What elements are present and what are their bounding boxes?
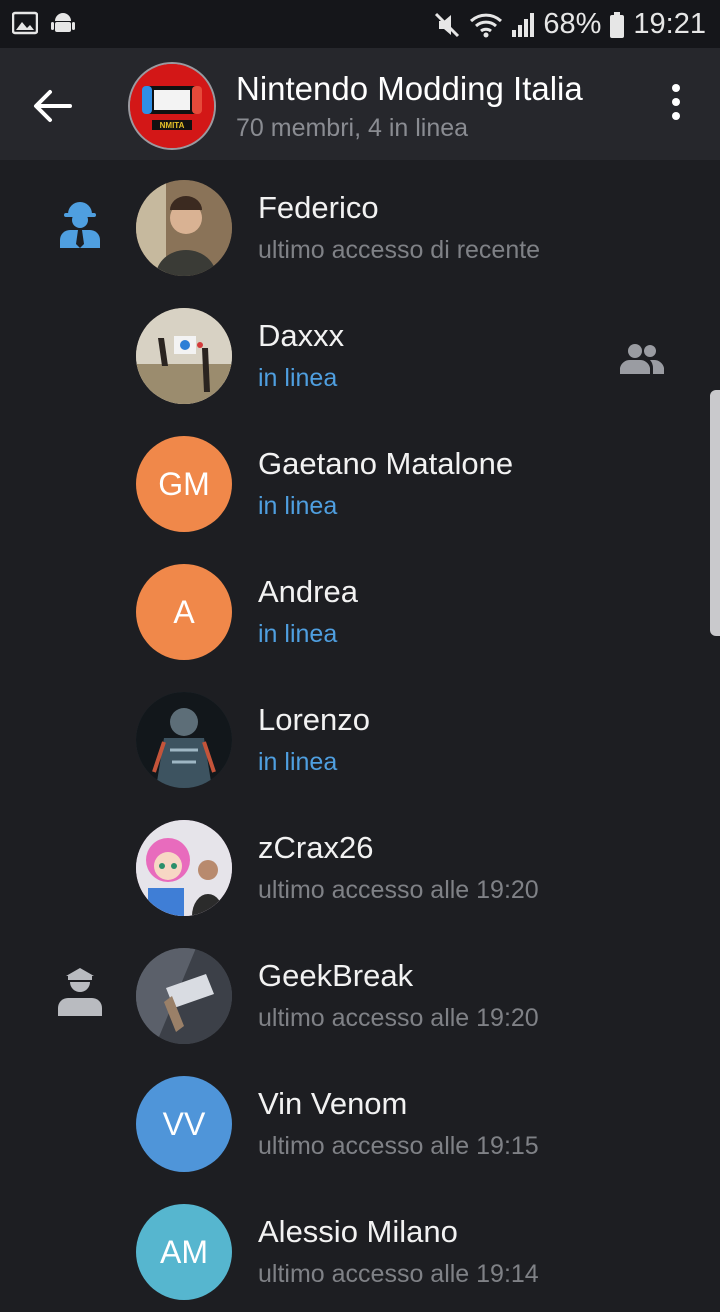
member-name: Federico [258, 190, 379, 225]
avatar[interactable] [136, 820, 232, 916]
signal-icon [512, 12, 535, 37]
member-row[interactable]: A Andrea in linea [0, 544, 720, 672]
android-icon [51, 13, 75, 32]
wifi-icon [470, 13, 503, 37]
avatar[interactable] [136, 692, 232, 788]
member-row[interactable]: Federico ultimo accesso di recente [0, 160, 720, 288]
member-row[interactable]: Lorenzo in linea [0, 672, 720, 800]
user-photo [136, 180, 232, 276]
user-photo [136, 308, 232, 404]
clock: 19:21 [633, 8, 706, 40]
avatar[interactable]: VV [136, 1076, 232, 1172]
member-name: Andrea [258, 574, 358, 609]
avatar[interactable] [136, 948, 232, 1044]
member-status: in linea [258, 748, 338, 776]
member-name: Lorenzo [258, 702, 371, 737]
back-arrow-icon[interactable] [30, 84, 74, 128]
avatar[interactable] [136, 308, 232, 404]
group-title[interactable]: Nintendo Modding Italia [236, 70, 583, 108]
avatar-initials: AM [160, 1233, 208, 1270]
member-status: in linea [258, 492, 338, 520]
more-options-icon[interactable] [664, 84, 688, 128]
member-row[interactable]: VV Vin Venom ultimo accesso alle 19:15 [0, 1056, 720, 1184]
scrollbar[interactable] [710, 390, 720, 636]
mute-icon [435, 12, 460, 37]
avatar[interactable] [136, 180, 232, 276]
user-photo [136, 820, 232, 916]
avatar-initials: A [173, 593, 195, 630]
avatar-initials: VV [162, 1105, 206, 1142]
group-avatar-label: NMITA [160, 121, 185, 130]
avatar[interactable]: AM [136, 1204, 232, 1300]
group-subtitle: 70 membri, 4 in linea [236, 114, 469, 142]
member-row[interactable]: GM Gaetano Matalone in linea [0, 416, 720, 544]
member-name: Vin Venom [258, 1086, 408, 1121]
member-row[interactable]: AM Alessio Milano ultimo accesso alle 19… [0, 1184, 720, 1312]
member-name: GeekBreak [258, 958, 414, 993]
member-name: Alessio Milano [258, 1214, 458, 1249]
admin-badge-icon [60, 202, 100, 248]
member-name: Daxxx [258, 318, 345, 353]
member-row[interactable]: GeekBreak ultimo accesso alle 19:20 [0, 928, 720, 1056]
status-bar: 68% 19:21 [0, 0, 720, 48]
member-status: ultimo accesso alle 19:20 [258, 876, 539, 904]
group-avatar[interactable]: NMITA [128, 62, 216, 150]
member-status: ultimo accesso di recente [258, 236, 541, 264]
avatar[interactable]: GM [136, 436, 232, 532]
member-status: in linea [258, 620, 338, 648]
switch-logo-icon: NMITA [130, 64, 214, 148]
member-name: Gaetano Matalone [258, 446, 514, 481]
member-name: zCrax26 [258, 830, 374, 865]
member-status: ultimo accesso alle 19:20 [258, 1004, 539, 1032]
moderator-badge-icon [58, 968, 102, 1016]
user-photo [136, 692, 232, 788]
battery-icon [610, 11, 625, 38]
battery-percent: 68% [543, 8, 602, 40]
member-row[interactable]: Daxxx in linea [0, 288, 720, 416]
user-photo [136, 948, 232, 1044]
avatar[interactable]: A [136, 564, 232, 660]
member-list: Federico ultimo accesso di recente Daxxx… [0, 160, 720, 1312]
gallery-icon [12, 11, 38, 35]
member-row[interactable]: zCrax26 ultimo accesso alle 19:20 [0, 800, 720, 928]
member-status: in linea [258, 364, 338, 392]
member-status: ultimo accesso alle 19:14 [258, 1260, 539, 1288]
avatar-initials: GM [158, 465, 210, 502]
member-status: ultimo accesso alle 19:15 [258, 1132, 539, 1160]
chat-header: NMITA Nintendo Modding Italia 70 membri,… [0, 48, 720, 160]
contact-group-icon [620, 344, 664, 374]
